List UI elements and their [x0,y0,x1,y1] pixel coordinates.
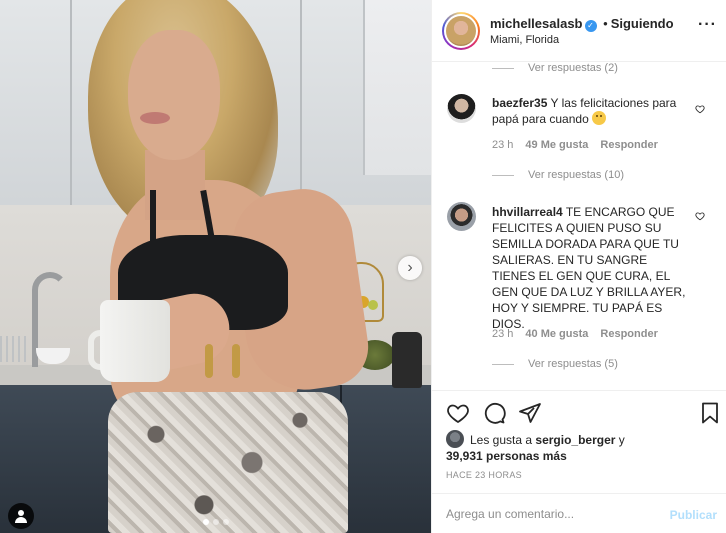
carousel-dot [203,519,209,525]
author-avatar-image [444,14,478,48]
likes-prefix: Les gusta a [470,433,533,447]
post-photo[interactable]: › [0,0,431,533]
view-replies-button[interactable]: Ver respuestas (10) [492,169,624,181]
next-photo-button[interactable]: › [398,256,422,280]
view-replies-label: Ver respuestas (10) [528,169,624,181]
photo-bottle [392,332,422,388]
comments-list[interactable]: Ver respuestas (2) baezfer35 Y las felic… [432,62,726,390]
follow-separator: • [603,16,608,31]
author-username[interactable]: michellesalasb [490,16,583,31]
photo-cabinet-door [363,0,431,175]
comment-icon[interactable] [482,401,506,425]
reply-button[interactable]: Responder [600,328,657,340]
photo-cabinet-seam [70,0,72,225]
commenter-avatar[interactable] [447,202,476,231]
comment-body: TE ENCARGO QUE FELICITES A QUIEN PUSO SU… [492,205,686,331]
comment-input[interactable] [446,504,646,524]
post-side-panel: michellesalasb ✓ • Siguiendo Miami, Florid… [431,0,726,533]
worried-face-emoji-icon [592,111,607,125]
carousel-dot [223,519,229,525]
comment-meta: 23 h 49 Me gusta Responder [492,139,658,151]
photo-snake-print-shorts [108,392,348,533]
photo-face [128,30,220,160]
likes-summary: Les gusta a sergio_berger y 39,931 perso… [446,430,716,464]
paper-plane-icon[interactable] [518,401,542,425]
commenter-username[interactable]: baezfer35 [492,96,547,110]
heart-icon[interactable] [695,104,705,114]
view-replies-label: Ver respuestas (2) [528,62,618,74]
comment-likes[interactable]: 40 Me gusta [525,328,588,340]
user-tag-button[interactable] [8,503,34,529]
verified-badge-icon: ✓ [584,20,597,32]
liker-avatar[interactable] [446,430,464,448]
publish-button[interactable]: Publicar [670,508,717,522]
comment-time: 23 h [492,139,514,151]
bookmark-icon[interactable] [698,401,722,425]
photo-mug [100,300,170,382]
replies-divider-line [492,67,514,69]
photo-bracelet [232,344,240,378]
photo-bra-strap [150,190,156,245]
commenter-username[interactable]: hhvillarreal4 [492,205,563,219]
comment-likes[interactable]: 49 Me gusta [525,139,588,151]
chevron-right-icon: › [407,259,413,276]
reply-button[interactable]: Responder [600,139,657,151]
comment-meta: 23 h 40 Me gusta Responder [492,328,658,340]
add-comment-bar: Publicar [432,493,726,533]
author-avatar[interactable] [442,12,480,50]
liker-username[interactable]: sergio_berger [535,433,615,447]
likes-count[interactable]: 39,931 personas más [446,449,567,463]
photo-dish-rack [0,336,30,362]
view-replies-label: Ver respuestas (5) [528,358,618,370]
view-replies-button[interactable]: Ver respuestas (5) [492,358,618,370]
commenter-avatar[interactable] [447,94,476,123]
comment-text: hhvillarreal4 TE ENCARGO QUE FELICITES A… [492,204,692,332]
author-line: michellesalasb ✓ • Siguiendo [490,16,674,32]
heart-icon[interactable] [446,401,470,425]
user-tag-icon-body [15,517,27,523]
carousel-dot [213,519,219,525]
likes-connector: y [618,433,625,447]
carousel-dots [203,519,229,525]
replies-divider-line [492,363,514,365]
user-tag-icon [18,510,24,516]
photo-bracelet [205,344,213,378]
view-replies-button[interactable]: Ver respuestas (2) [492,62,618,74]
heart-icon[interactable] [695,211,705,221]
comment-text: baezfer35 Y las felicitaciones para papá… [492,95,692,127]
post-header: michellesalasb ✓ • Siguiendo Miami, Florid… [432,0,726,62]
more-options-button[interactable]: ··· [698,16,717,34]
photo-lips [140,112,170,124]
following-button[interactable]: Siguiendo [611,16,674,31]
photo-fruit [368,300,378,310]
comment-time: 23 h [492,328,514,340]
replies-divider-line [492,174,514,176]
post-location[interactable]: Miami, Florida [490,34,559,46]
post-timestamp[interactable]: HACE 23 HORAS [446,470,522,480]
